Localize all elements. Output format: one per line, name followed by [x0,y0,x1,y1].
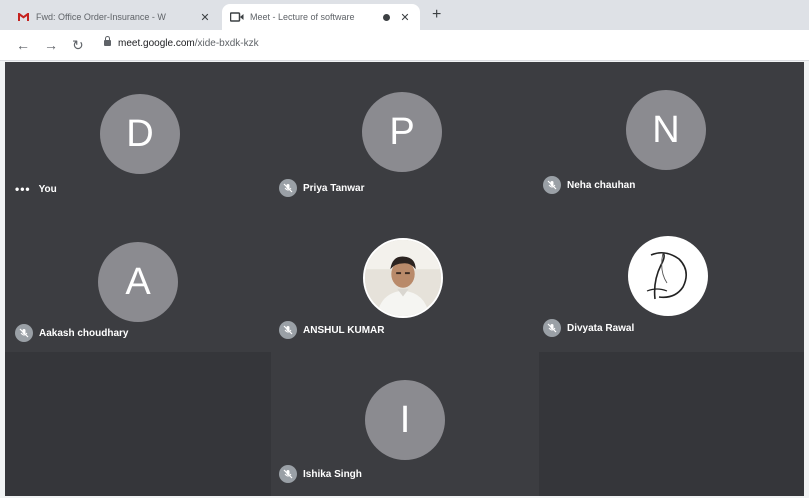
reload-icon[interactable]: ↻ [72,37,84,53]
url-field[interactable]: meet.google.com/xide-bxdk-kzk [118,38,259,49]
tab-gmail[interactable]: Fwd: Office Order-Insurance - W ✕ [8,4,220,30]
more-options-icon[interactable]: ••• [15,182,31,196]
participant-tile[interactable]: Divyata Rawal [539,208,804,351]
avatar-initial: N [652,108,680,151]
participant-name: Divyata Rawal [567,322,635,334]
participant-tile[interactable]: ANSHUL KUMAR [272,208,538,351]
participant-nametag: ANSHUL KUMAR [279,321,384,339]
participant-nametag: ••• You [15,182,57,196]
lock-icon[interactable] [104,36,111,46]
back-arrow-icon[interactable]: ← [16,37,30,53]
avatar-logo [628,236,708,316]
avatar: N [626,90,706,170]
tab-title: Meet - Lecture of software [250,12,355,22]
monogram-d-icon [646,251,687,300]
avatar-initial: A [125,260,151,303]
participant-tile[interactable]: A Aakash choudhary [5,208,271,351]
participant-name: Aakash choudhary [39,327,129,339]
participant-nametag: Neha chauhan [543,176,635,194]
avatar: P [362,92,442,172]
person-photo-icon [365,240,441,316]
participant-nametag: Aakash choudhary [15,324,128,342]
mic-muted-icon [15,324,33,342]
avatar: D [100,94,180,174]
recording-indicator-icon [383,13,390,21]
empty-tile [539,352,804,496]
forward-arrow-icon[interactable]: → [44,37,58,53]
meet-stage: D ••• You P Priya Tanwar N Neha chauhan … [5,62,804,496]
gmail-icon [16,11,30,23]
tab-meet[interactable]: Meet - Lecture of software ✕ [222,4,420,30]
participant-nametag: Divyata Rawal [543,319,634,337]
participant-name: Priya Tanwar [303,182,365,194]
mic-muted-icon [279,179,297,197]
tab-title: Fwd: Office Order-Insurance - W [36,12,166,22]
new-tab-icon[interactable]: + [432,6,441,24]
avatar: I [365,380,445,460]
url-path: /xide-bxdk-kzk [194,38,259,49]
mic-muted-icon [543,319,561,337]
participant-nametag: Priya Tanwar [279,179,365,197]
participant-tile[interactable]: P Priya Tanwar [272,62,538,207]
participant-name: ANSHUL KUMAR [303,324,385,336]
participant-name: Neha chauhan [567,179,636,191]
close-tab-icon[interactable]: ✕ [398,11,412,24]
avatar-initial: P [389,110,415,153]
avatar-initial: I [399,398,411,441]
mic-muted-icon [279,321,297,339]
participant-tile[interactable]: I Ishika Singh [272,352,538,496]
mic-muted-icon [279,465,297,483]
participant-nametag: Ishika Singh [279,465,362,483]
meet-icon [230,11,244,23]
participant-name: You [38,183,57,195]
empty-tile [5,352,271,496]
avatar-photo [363,238,443,318]
participant-name: Ishika Singh [303,468,362,480]
avatar-initial: D [126,112,154,155]
address-bar: ← → ↻ meet.google.com/xide-bxdk-kzk [0,30,809,61]
avatar: A [98,242,178,322]
url-host: meet.google.com [118,38,195,49]
close-tab-icon[interactable]: ✕ [198,11,212,24]
mic-muted-icon [543,176,561,194]
participant-tile[interactable]: D ••• You [5,62,271,207]
participant-tile[interactable]: N Neha chauhan [539,62,804,207]
tab-strip: Fwd: Office Order-Insurance - W ✕ Meet -… [0,0,809,30]
